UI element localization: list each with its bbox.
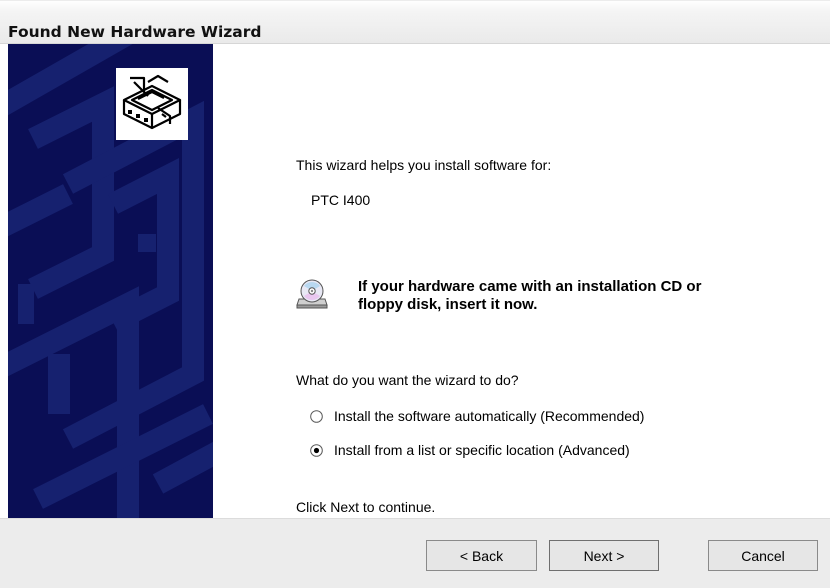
button-bar: < Back Next > Cancel (0, 518, 830, 588)
radio-selected-icon[interactable] (310, 443, 323, 457)
title-bar[interactable]: Found New Hardware Wizard (0, 0, 830, 44)
cancel-button[interactable]: Cancel (708, 540, 818, 571)
cd-instruction-line-1: If your hardware came with an installati… (358, 278, 702, 295)
wizard-sidebar-banner (8, 44, 213, 518)
hardware-box-icon (116, 68, 188, 140)
option-label: Install the software automatically (Reco… (334, 408, 645, 424)
cd-instruction: If your hardware came with an installati… (358, 278, 798, 314)
next-button[interactable]: Next > (549, 540, 659, 571)
wizard-question: What do you want the wizard to do? (296, 372, 519, 388)
wizard-content: This wizard helps you install software f… (213, 44, 830, 518)
intro-text: This wizard helps you install software f… (296, 157, 552, 173)
wizard-window: Found New Hardware Wizard This wizard he… (0, 0, 830, 588)
option-install-from-list[interactable]: Install from a list or specific location… (310, 440, 630, 460)
window-title: Found New Hardware Wizard (8, 23, 262, 41)
option-label: Install from a list or specific location… (334, 442, 630, 458)
option-install-automatically[interactable]: Install the software automatically (Reco… (310, 406, 644, 426)
continue-hint: Click Next to continue. (296, 499, 436, 515)
device-name: PTC I400 (311, 192, 371, 208)
radio-unselected-icon[interactable] (310, 409, 323, 423)
cd-instruction-line-2: floppy disk, insert it now. (358, 296, 538, 313)
back-button[interactable]: < Back (426, 540, 537, 571)
cd-disk-icon (295, 277, 329, 311)
